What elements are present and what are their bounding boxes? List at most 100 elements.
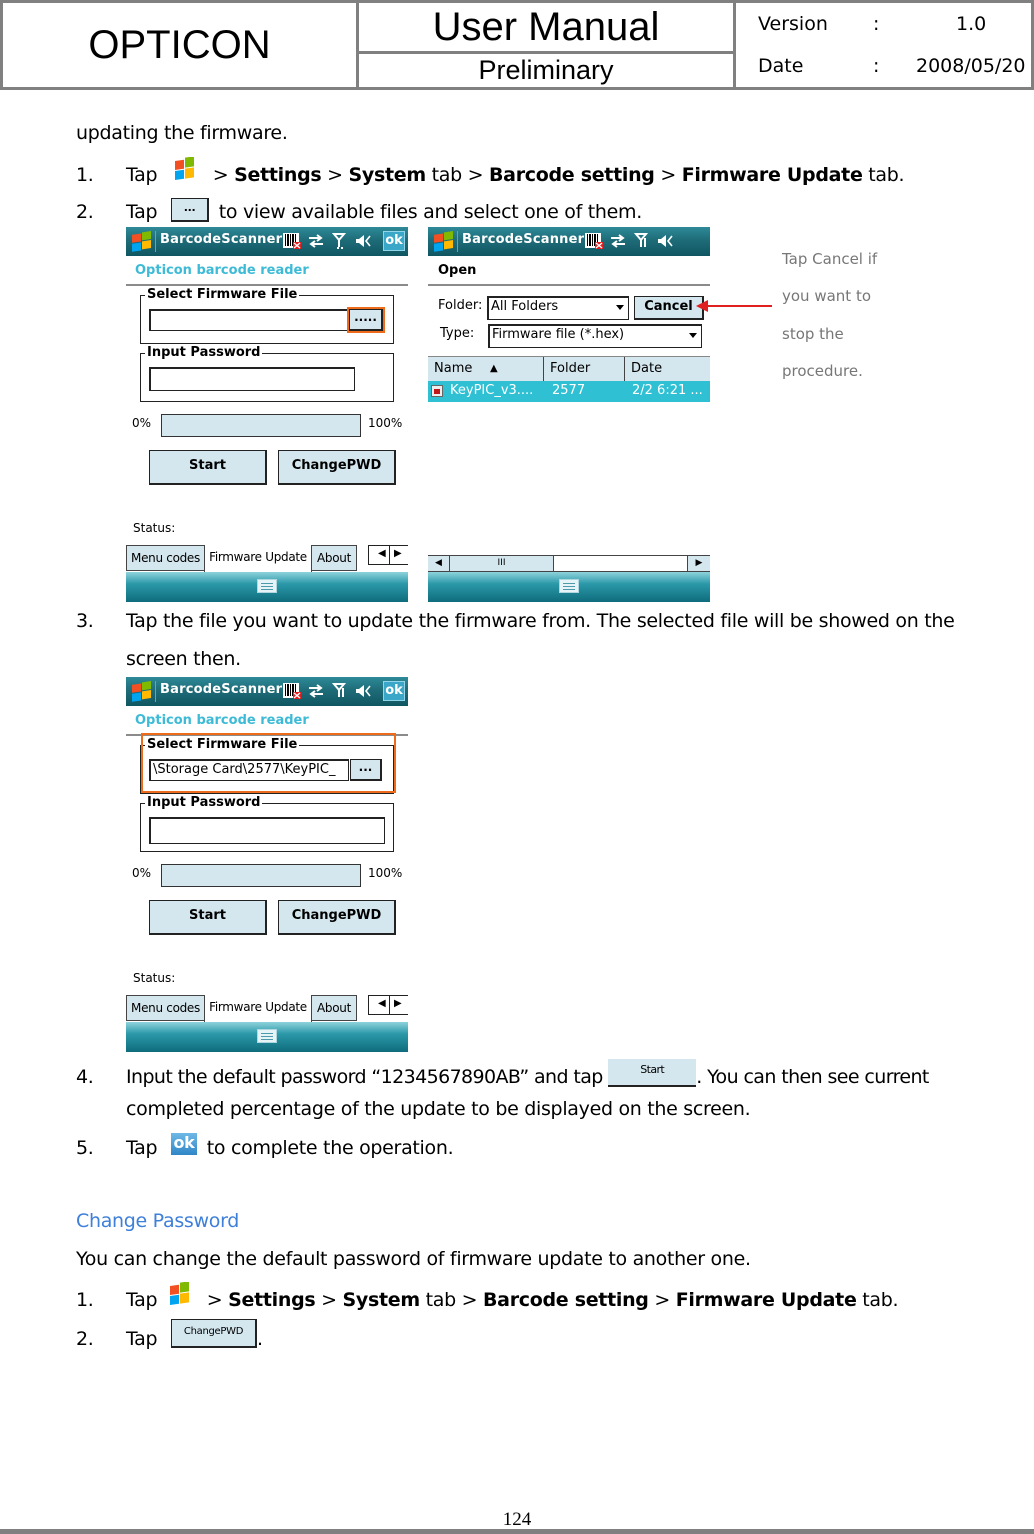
password-input[interactable] (149, 817, 385, 844)
file-list-row[interactable]: KeyPIC_v3.... 2577 2/2 6:21 ... (428, 381, 710, 402)
speaker-icon (356, 235, 371, 247)
highlight-box (347, 307, 385, 333)
separator: : (873, 55, 880, 77)
tab-system: System (342, 1289, 421, 1311)
windows-start-icon[interactable] (130, 680, 154, 702)
column-header-name[interactable]: Name ▲ (428, 357, 544, 381)
changepwd-button[interactable]: ChangePWD (278, 900, 396, 935)
speaker-icon (658, 235, 673, 247)
keyboard-icon[interactable] (559, 579, 579, 593)
progress-bar (161, 864, 361, 887)
step-text-continued: screen then. (126, 648, 241, 670)
folder-dropdown[interactable]: All Folders (487, 296, 629, 320)
type-label: Type: (440, 326, 475, 341)
speaker-icon (356, 685, 371, 697)
column-label: Name (434, 361, 473, 376)
changepwd-button-image: ChangePWD (171, 1319, 258, 1348)
windows-start-icon[interactable] (130, 230, 154, 252)
text: to view available files and select one o… (213, 201, 643, 223)
ok-button[interactable]: ok (383, 681, 405, 701)
footer-rule (0, 1529, 1034, 1534)
keyboard-icon[interactable] (257, 1029, 277, 1043)
app-subtitle: Opticon barcode reader (135, 713, 309, 728)
folder-label: Folder: (438, 298, 483, 313)
step-text: Input the default password “1234567890AB… (126, 1058, 929, 1088)
changepwd-button[interactable]: ChangePWD (278, 450, 396, 485)
signal-antenna-icon (332, 683, 346, 697)
step-text-continued: completed percentage of the update to be… (126, 1098, 751, 1120)
column-header-date[interactable]: Date (625, 357, 710, 381)
device-screen-open-dialog: BarcodeScanner Open Folder: All Folders … (428, 227, 710, 602)
tab-scroll-left-icon[interactable]: ◀ (378, 998, 386, 1009)
tab-menu-codes[interactable]: Menu codes (126, 995, 205, 1021)
soft-key-bar (126, 1022, 408, 1052)
scroll-thumb[interactable]: III (450, 556, 554, 571)
cancel-button[interactable]: Cancel (634, 296, 704, 320)
barcode-scanner-icon (585, 233, 603, 249)
file-list-header: Name ▲ Folder Date (428, 356, 710, 381)
start-button[interactable]: Start (149, 450, 267, 485)
windows-start-icon[interactable] (432, 230, 456, 252)
progress-max-label: 100% (368, 416, 403, 430)
chevron-down-icon (616, 305, 624, 310)
tab-scroll-right-icon[interactable]: ▶ (394, 998, 402, 1009)
app-title: BarcodeScanner (160, 232, 283, 247)
text: Tap (126, 201, 158, 223)
company-name: OPTICON (3, 3, 359, 87)
progress-min-label: 0% (132, 866, 152, 880)
scroll-right-icon[interactable]: ▶ (687, 556, 710, 571)
progress-max-label: 100% (368, 866, 403, 880)
firmware-file-input[interactable] (149, 309, 349, 331)
dialog-title-bar: Open (428, 256, 710, 286)
browse-button-image: ... (171, 197, 210, 222)
tab-system: System (348, 164, 427, 186)
step-number: 3. (76, 610, 94, 632)
password-input[interactable] (149, 367, 355, 391)
tab-about[interactable]: About (311, 545, 357, 571)
start-button[interactable]: Start (149, 900, 267, 935)
scroll-left-icon[interactable]: ◀ (428, 556, 450, 571)
text: > (648, 1289, 676, 1311)
windows-start-icon (175, 156, 195, 180)
app-title: BarcodeScanner (462, 232, 585, 247)
text: tab. (856, 1289, 899, 1311)
tab-scroll-left-icon[interactable]: ◀ (378, 548, 386, 559)
tab-firmware-update[interactable]: Firmware Update (204, 545, 312, 572)
tab-menu-codes[interactable]: Menu codes (126, 545, 205, 571)
file-folder: 2577 (552, 383, 586, 398)
step-text: Tap > Settings > System tab > Barcode se… (126, 1281, 899, 1312)
text: > (315, 1289, 343, 1311)
chevron-down-icon (689, 333, 697, 338)
group-label: Input Password (145, 345, 263, 361)
step-number: 4. (76, 1066, 94, 1088)
keyboard-icon[interactable] (257, 579, 277, 593)
column-header-folder[interactable]: Folder (544, 357, 625, 381)
title-separator (155, 231, 156, 252)
tab-about[interactable]: About (311, 995, 357, 1021)
text: Tap (126, 1137, 158, 1159)
app-subtitle: Opticon barcode reader (135, 263, 309, 278)
ok-button[interactable]: ok (383, 231, 405, 251)
version-value: 1.0 (956, 13, 987, 35)
type-dropdown[interactable]: Firmware file (*.hex) (488, 324, 702, 348)
soft-key-bar (428, 572, 710, 602)
text: . (257, 1328, 263, 1350)
tab-firmware-update[interactable]: Firmware Update (204, 995, 312, 1022)
tab-scroll-right-icon[interactable]: ▶ (394, 548, 402, 559)
file-date: 2/2 6:21 ... (632, 383, 703, 398)
horizontal-scrollbar[interactable]: ◀ III ▶ (428, 555, 710, 572)
status-label: Status: (133, 521, 176, 535)
divider (389, 546, 390, 564)
document-header: OPTICON User Manual Preliminary Version … (0, 0, 1034, 90)
annotation-line: procedure. (782, 362, 863, 380)
file-name: KeyPIC_v3.... (450, 383, 534, 398)
text: Tap (126, 1289, 158, 1311)
signal-antenna-icon (634, 233, 648, 247)
text: Tap (126, 164, 158, 186)
version-info: Version : 1.0 Date : 2008/05/20 (736, 3, 1031, 87)
annotation-line: Tap Cancel if (782, 250, 878, 268)
barcode-scanner-icon (283, 233, 301, 249)
text: > (206, 1289, 229, 1311)
title-separator (457, 231, 458, 252)
tab-firmware-update: Firmware Update (675, 1289, 857, 1311)
